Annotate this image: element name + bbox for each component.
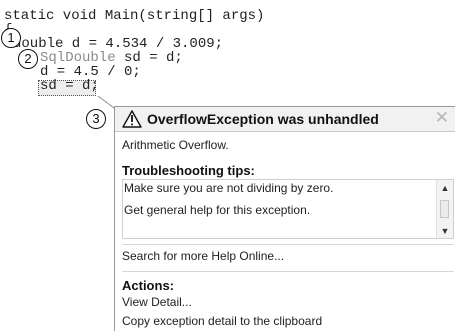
code-line-4: SqlDouble sd = d; [40,51,183,65]
exception-message: Arithmetic Overflow. [122,138,229,152]
troubleshooting-tips-title: Troubleshooting tips: [122,163,255,178]
warning-triangle-icon [122,110,142,128]
close-icon[interactable]: ✕ [435,108,449,128]
code-line-5: d = 4.5 / 0; [40,64,141,80]
view-detail-link[interactable]: View Detail... [122,295,192,309]
code-line-3: double d = 4.534 / 3.009; [13,36,224,52]
code-line-6: sd = d; [40,78,99,94]
scroll-down-icon[interactable]: ▼ [437,224,453,238]
marker-3: 3 [86,109,106,129]
popup-header: OverflowException was unhandled ✕ [115,107,455,132]
popup-title: OverflowException was unhandled [147,111,379,127]
marker-1: 1 [1,28,21,48]
exception-assistant-popup: OverflowException was unhandled ✕ Arithm… [114,106,455,331]
troubleshooting-tips-list[interactable]: Make sure you are not dividing by zero. … [122,179,454,239]
tip-item[interactable]: Make sure you are not dividing by zero. [124,181,333,195]
search-help-online-link[interactable]: Search for more Help Online... [122,249,284,263]
code-line-1: static void Main(string[] args) [4,8,265,24]
scroll-thumb[interactable] [440,200,449,218]
section-divider [122,244,454,245]
section-divider [122,271,454,272]
actions-title: Actions: [122,278,174,293]
scroll-up-icon[interactable]: ▲ [437,181,453,195]
tips-scrollbar[interactable]: ▲ ▼ [436,180,453,238]
marker-2: 2 [18,49,38,69]
tip-item[interactable]: Get general help for this exception. [124,203,310,217]
copy-exception-detail-link[interactable]: Copy exception detail to the clipboard [122,314,322,328]
